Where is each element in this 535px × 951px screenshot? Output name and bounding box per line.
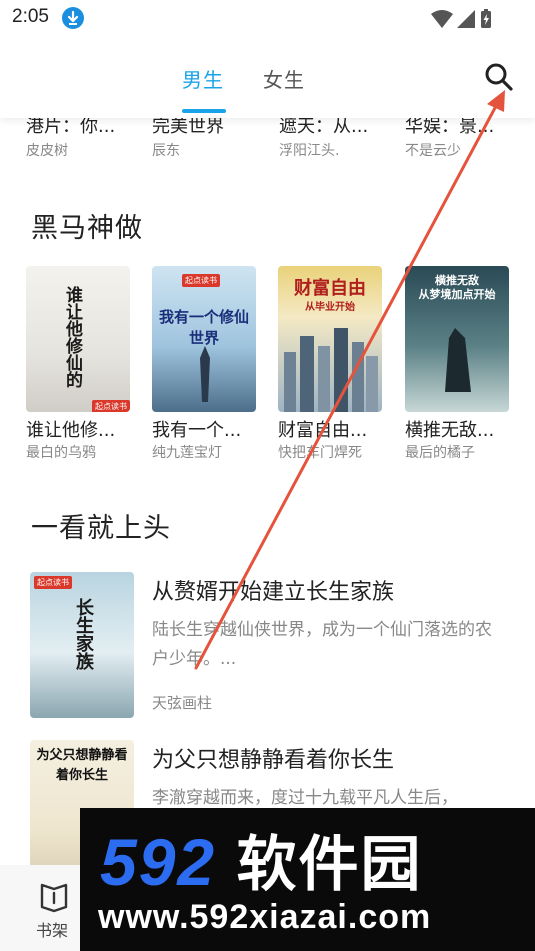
book-cover: 起点读书 长生家族	[30, 572, 134, 718]
book-author: 天弦画柱	[152, 694, 213, 712]
watermark-url: www.592xiazai.com	[98, 898, 432, 936]
book-title: 从赘婿开始建立长生家族	[152, 580, 395, 605]
book-author: 浮阳江头.	[279, 143, 340, 159]
book-author: 最后的橘子	[405, 445, 475, 461]
cover-title: 谁让他修仙的	[62, 286, 82, 388]
book-title: 谁让他修...	[26, 420, 116, 441]
status-indicators	[429, 8, 495, 28]
cover-title: 财富自由	[294, 278, 366, 299]
cover-city-skyline	[284, 328, 378, 412]
battery-icon	[481, 9, 491, 28]
book-author: 不是云少	[405, 143, 461, 159]
book-description: 陆长生穿越仙侠世界，成为一个仙门落选的农户少年。...	[152, 620, 492, 669]
book-author: 辰东	[152, 143, 180, 159]
wifi-icon	[431, 10, 453, 28]
nav-bookshelf-label: 书架	[36, 921, 69, 940]
tab-male[interactable]: 男生	[182, 64, 224, 93]
nav-bookshelf[interactable]: 书架	[30, 881, 78, 945]
watermark-logo-number: 592	[100, 825, 217, 899]
brand-badge: 起点读书	[34, 576, 72, 589]
cover-title: 为父只想静静看着你长生	[36, 748, 128, 783]
download-notification-icon	[62, 7, 84, 29]
cover-figure	[200, 346, 210, 402]
book-title: 横推无敌...	[405, 420, 495, 441]
cover-figure	[445, 328, 471, 392]
book-cover: 起点读书 我有一个修仙世界	[152, 266, 256, 412]
section-title-dark-horse: 黑马神做	[31, 213, 143, 244]
tab-female[interactable]: 女生	[263, 64, 305, 93]
watermark-logo-text: 软件园	[236, 831, 423, 898]
cover-title: 我有一个修仙世界	[158, 308, 249, 347]
book-cover: 横推无敌 从梦境加点开始	[405, 266, 509, 412]
search-icon[interactable]	[482, 60, 516, 94]
book-title: 我有一个...	[152, 420, 242, 441]
book-cover: 财富自由 从毕业开始	[278, 266, 382, 412]
watermark-logo: 592 软件园	[100, 816, 520, 900]
signal-icon	[457, 10, 475, 28]
book-author: 皮皮树	[26, 143, 68, 159]
book-title: 为父只想静静看着你长生	[152, 748, 395, 773]
status-bar: 2:05	[0, 0, 535, 38]
watermark-banner: 592 软件园 www.592xiazai.com	[80, 808, 535, 951]
book-author: 纯九莲宝灯	[152, 445, 222, 461]
bookshelf-icon	[40, 883, 68, 913]
top-header: 男生 女生	[0, 38, 535, 118]
brand-badge: 起点读书	[92, 400, 130, 412]
cover-subtitle: 从毕业开始	[305, 302, 355, 313]
list-item[interactable]: 起点读书 长生家族 从赘婿开始建立长生家族 陆长生穿越仙侠世界，成为一个仙门落选…	[30, 572, 510, 722]
status-time: 2:05	[12, 6, 49, 27]
book-title: 财富自由...	[278, 420, 368, 441]
book-cover: 谁让他修仙的 起点读书	[26, 266, 130, 412]
section-title-addictive: 一看就上头	[31, 513, 171, 544]
book-author: 快把车门焊死	[278, 445, 362, 461]
brand-badge: 起点读书	[182, 274, 220, 287]
cover-subtitle: 从梦境加点开始	[418, 288, 496, 301]
cover-title: 长生家族	[73, 598, 94, 670]
book-author: 最白的乌鸦	[26, 445, 96, 461]
active-tab-indicator	[182, 109, 226, 113]
